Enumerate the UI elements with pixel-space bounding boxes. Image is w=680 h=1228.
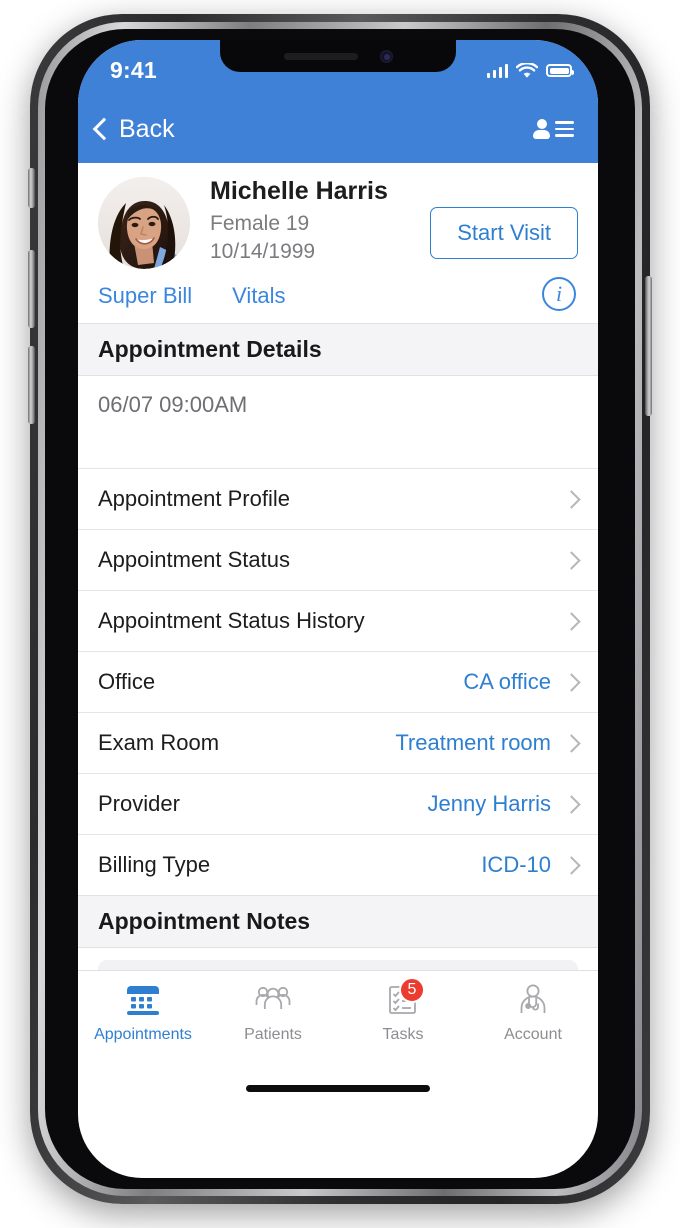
patient-info: Michelle Harris Female 19 10/14/1999	[210, 177, 430, 266]
tab-account[interactable]: Account	[468, 983, 598, 1044]
patient-name: Michelle Harris	[210, 177, 388, 205]
main-content: Michelle Harris Female 19 10/14/1999 Sta…	[78, 163, 598, 1108]
row-value: CA office	[463, 669, 551, 694]
chevron-right-icon	[562, 489, 581, 509]
row-label: Appointment Status History	[98, 608, 365, 633]
appointment-details-section-title: Appointment Details	[78, 323, 598, 376]
volume-up-button[interactable]	[28, 250, 35, 328]
back-button-label: Back	[119, 114, 175, 143]
phone-screen: 9:41 Back Michelle Harris Female 19 10/1…	[78, 40, 598, 1178]
row-provider[interactable]: Provider Jenny Harris	[78, 773, 598, 834]
row-label: Office	[98, 669, 156, 694]
tab-label: Account	[504, 1026, 562, 1043]
list-lines-glyph-icon	[555, 121, 574, 137]
tab-tasks[interactable]: 5 Tasks	[338, 977, 468, 1044]
row-office[interactable]: Office CA office	[78, 651, 598, 712]
front-camera-icon	[380, 50, 393, 63]
row-value: ICD-10	[481, 852, 551, 877]
patient-header-card: Michelle Harris Female 19 10/14/1999 Sta…	[78, 163, 598, 323]
phone-notch	[220, 40, 456, 72]
cellular-signal-icon	[486, 63, 508, 78]
chevron-right-icon	[562, 855, 581, 875]
row-billing-type[interactable]: Billing Type ICD-10	[78, 834, 598, 895]
patient-gender-age: Female 19	[210, 211, 310, 235]
battery-full-icon	[546, 64, 574, 77]
silent-switch-button[interactable]	[28, 168, 35, 208]
row-label: Appointment Profile	[98, 486, 290, 511]
tab-patients[interactable]: Patients	[208, 983, 338, 1044]
row-label: Appointment Status	[98, 547, 291, 572]
tab-appointments[interactable]: Appointments	[78, 983, 208, 1044]
row-appointment-status-history[interactable]: Appointment Status History	[78, 590, 598, 651]
row-label: Exam Room	[98, 730, 220, 755]
people-group-icon	[253, 983, 293, 1019]
doctor-stethoscope-icon	[513, 983, 553, 1019]
patient-dob: 10/14/1999	[210, 240, 316, 264]
row-label: Provider	[98, 791, 180, 816]
earpiece-speaker-icon	[284, 53, 358, 60]
tab-label: Tasks	[382, 1026, 424, 1043]
chevron-right-icon	[562, 550, 581, 570]
vitals-link[interactable]: Vitals	[232, 283, 285, 309]
chevron-right-icon	[562, 733, 581, 753]
patient-quick-links: Super Bill Vitals i	[98, 269, 578, 323]
appointment-notes-section-title: Appointment Notes	[78, 895, 598, 948]
tasks-badge-count: 5	[399, 977, 425, 1003]
status-bar-time: 9:41	[110, 57, 157, 83]
contact-list-icon[interactable]	[533, 119, 574, 139]
row-appointment-status[interactable]: Appointment Status	[78, 529, 598, 590]
row-exam-room[interactable]: Exam Room Treatment room	[78, 712, 598, 773]
chevron-right-icon	[562, 611, 581, 631]
chevron-right-icon	[562, 794, 581, 814]
tab-label: Appointments	[94, 1026, 192, 1043]
row-value: Jenny Harris	[427, 791, 551, 816]
home-indicator[interactable]	[246, 1085, 430, 1092]
start-visit-button[interactable]: Start Visit	[430, 207, 578, 259]
person-glyph-icon	[533, 119, 550, 139]
screenshot-stage: 9:41 Back Michelle Harris Female 19 10/1…	[0, 0, 680, 1228]
appointment-datetime-block: 06/07 09:00AM	[78, 376, 598, 468]
power-button[interactable]	[645, 276, 652, 416]
chevron-left-icon	[92, 117, 116, 141]
checklist-icon: 5	[383, 977, 425, 1019]
back-button[interactable]: Back	[92, 114, 175, 144]
info-circle-icon[interactable]: i	[542, 277, 576, 311]
row-appointment-profile[interactable]: Appointment Profile	[78, 468, 598, 529]
chevron-right-icon	[562, 672, 581, 692]
navigation-bar: Back	[78, 95, 598, 163]
status-bar-indicators	[486, 62, 574, 79]
calendar-icon	[123, 983, 163, 1019]
appointment-datetime: 06/07 09:00AM	[98, 392, 248, 417]
row-value: Treatment room	[395, 730, 551, 755]
row-label: Billing Type	[98, 852, 211, 877]
patient-avatar-photo[interactable]	[98, 177, 190, 269]
wifi-icon	[516, 62, 538, 78]
tab-label: Patients	[244, 1026, 302, 1043]
super-bill-link[interactable]: Super Bill	[98, 283, 192, 309]
volume-down-button[interactable]	[28, 346, 35, 424]
